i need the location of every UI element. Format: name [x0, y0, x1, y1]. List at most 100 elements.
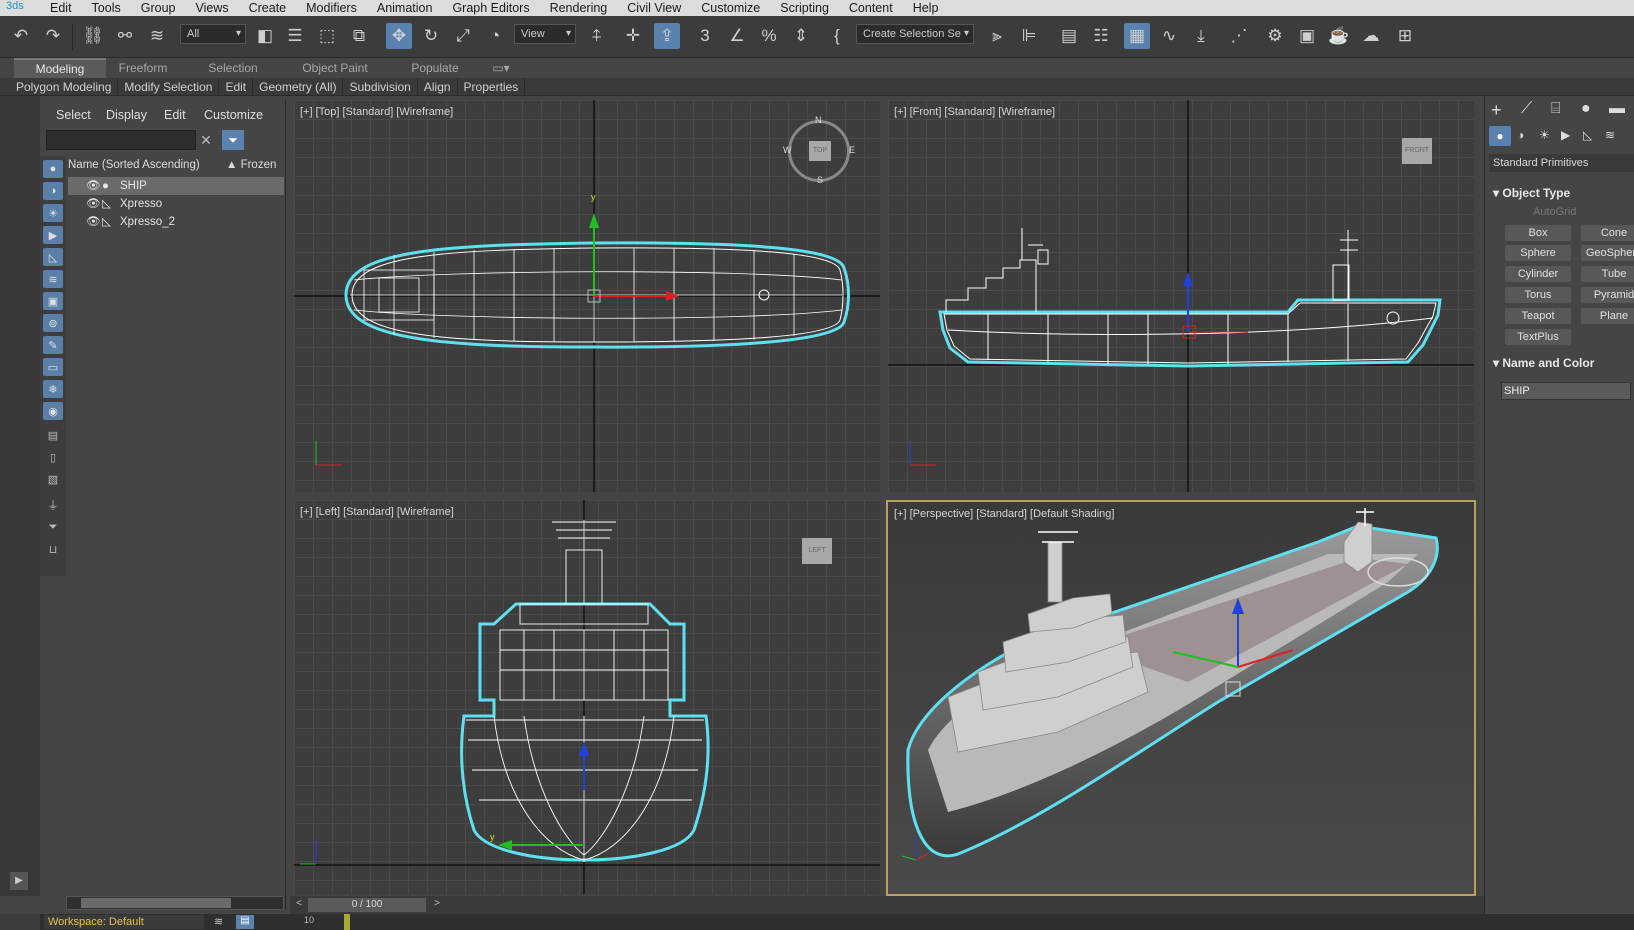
create-tab-icon[interactable]: + — [1491, 100, 1502, 121]
object-type-rollout[interactable]: ▾ Object Type — [1493, 186, 1570, 200]
keyboard-shortcut-override-icon[interactable]: ⇪ — [654, 23, 680, 49]
plane-button[interactable]: Plane — [1581, 308, 1634, 324]
redo-icon[interactable]: ↷ — [40, 23, 66, 49]
tube-button[interactable]: Tube — [1581, 266, 1634, 282]
clear-search-icon[interactable]: ✕ — [198, 132, 214, 148]
curve-editor-icon[interactable]: ∿ — [1156, 23, 1182, 49]
display-lights-icon[interactable]: ☀ — [43, 204, 63, 222]
menu-tools[interactable]: Tools — [82, 0, 131, 16]
frame-counter[interactable]: 0 / 100 — [308, 898, 426, 912]
viewport-perspective[interactable]: [+] [Perspective] [Standard] [Default Sh… — [886, 500, 1476, 896]
link-icon[interactable]: ⛓ — [80, 23, 106, 49]
move-icon[interactable]: ✥ — [386, 23, 412, 49]
layers-icon[interactable]: ≋ — [214, 915, 230, 929]
scene-explorer-toggle-icon[interactable]: ▤ — [236, 915, 254, 929]
app-logo[interactable]: 3ds — [0, 0, 40, 16]
shapes-category-icon[interactable]: ◑ — [1517, 128, 1524, 142]
rectangular-selection-icon[interactable]: ⬚ — [314, 23, 340, 49]
spinner-snap-icon[interactable]: ⇕ — [788, 23, 814, 49]
snaps-toggle-icon[interactable]: 3 — [692, 23, 718, 49]
motion-tab-icon[interactable]: ● — [1581, 100, 1591, 118]
display-space-warps-icon[interactable]: ≋ — [43, 270, 63, 288]
lights-category-icon[interactable]: ☀ — [1539, 128, 1550, 142]
display-containers-icon[interactable]: ▭ — [43, 358, 63, 376]
hierarchy-tab-icon[interactable]: ⌸ — [1551, 100, 1561, 118]
cameras-category-icon[interactable]: ▶ — [1561, 128, 1570, 142]
schematic-view-icon[interactable]: ⤓ — [1188, 23, 1214, 49]
render-in-cloud-icon[interactable]: ☁ — [1358, 23, 1384, 49]
render-production-icon[interactable]: ☕ — [1326, 23, 1352, 49]
menu-group[interactable]: Group — [131, 0, 186, 16]
filter-funnel-icon[interactable]: ⏚ — [43, 496, 63, 514]
tab-modeling[interactable]: Modeling — [14, 58, 106, 78]
named-selection-sets-dropdown[interactable]: Create Selection Se — [856, 24, 974, 44]
reference-coordinate-dropdown[interactable]: View — [514, 24, 576, 44]
display-cameras-icon[interactable]: ▶ — [43, 226, 63, 244]
select-by-name-icon[interactable]: ☰ — [282, 23, 308, 49]
modify-tab-icon[interactable]: ⟋ — [1521, 100, 1532, 118]
name-color-rollout[interactable]: ▾ Name and Color — [1493, 356, 1594, 370]
ribbon-options-icon[interactable]: ▭▾ — [488, 58, 514, 78]
undo-icon[interactable]: ↶ — [8, 23, 34, 49]
filter-icon[interactable]: ⏷ — [222, 130, 244, 150]
display-none-icon[interactable]: ▯ — [43, 448, 63, 466]
toggle-ribbon-icon[interactable]: ▦ — [1124, 23, 1150, 49]
sphere-button[interactable]: Sphere — [1505, 245, 1571, 261]
select-object-icon[interactable]: ◧ — [252, 23, 278, 49]
menu-create[interactable]: Create — [239, 0, 297, 16]
display-shapes-icon[interactable]: ◑ — [43, 182, 63, 200]
viewport-left[interactable]: y LEFT [+] [Left] [Standard] [Wireframe] — [294, 500, 880, 894]
visibility-eye-icon[interactable]: 👁︎ — [86, 213, 101, 231]
display-visibility-icon[interactable]: ◉ — [43, 402, 63, 420]
scale-icon[interactable]: ⤢ — [450, 23, 476, 49]
menu-modifiers[interactable]: Modifiers — [296, 0, 367, 16]
panel-subdivision[interactable]: Subdivision — [343, 78, 418, 95]
rotate-icon[interactable]: ↻ — [418, 23, 444, 49]
menu-edit[interactable]: Edit — [40, 0, 82, 16]
material-editor-icon[interactable]: ⋰ — [1226, 23, 1252, 49]
display-particles-icon[interactable]: ❄ — [43, 380, 63, 398]
spacewarps-category-icon[interactable]: ≋ — [1605, 128, 1615, 142]
scroll-thumb[interactable] — [81, 898, 231, 908]
time-slider[interactable]: < 0 / 100 > — [290, 896, 1484, 914]
menu-scripting[interactable]: Scripting — [770, 0, 839, 16]
rendered-frame-window-icon[interactable]: ▣ — [1294, 23, 1320, 49]
next-frame-button[interactable]: > — [430, 898, 444, 912]
viewcube-face[interactable]: FRONT — [1402, 138, 1432, 164]
teapot-button[interactable]: Teapot — [1505, 308, 1571, 324]
display-helpers-icon[interactable]: ◺ — [43, 248, 63, 266]
viewport-layout-icon[interactable] — [0, 914, 40, 930]
select-manipulate-icon[interactable]: ✛ — [620, 23, 646, 49]
filter-toggle-icon[interactable]: ⏷ — [43, 518, 63, 536]
autogrid-checkbox[interactable]: AutoGrid — [1533, 206, 1576, 218]
selection-filter-dropdown[interactable]: All — [180, 24, 246, 44]
menu-customize[interactable]: Customize — [691, 0, 770, 16]
panel-edit[interactable]: Edit — [219, 78, 254, 95]
menu-animation[interactable]: Animation — [367, 0, 443, 16]
display-xrefs-icon[interactable]: ⊚ — [43, 314, 63, 332]
torus-button[interactable]: Torus — [1505, 287, 1571, 303]
workspace-dropdown[interactable]: Workspace: Default — [44, 915, 204, 929]
menu-rendering[interactable]: Rendering — [540, 0, 618, 16]
panel-properties[interactable]: Properties — [458, 78, 526, 95]
a360-gallery-icon[interactable]: ⊞ — [1392, 23, 1418, 49]
explorer-search-input[interactable] — [46, 130, 196, 150]
geometry-category-icon[interactable]: ● — [1489, 126, 1511, 146]
explorer-menu-edit[interactable]: Edit — [164, 108, 186, 122]
menu-civil-view[interactable]: Civil View — [617, 0, 691, 16]
viewport-label-left[interactable]: [+] [Left] [Standard] [Wireframe] — [300, 506, 454, 518]
pivot-center-icon[interactable]: ⍏ — [584, 23, 610, 49]
placement-icon[interactable]: ◔ — [482, 23, 508, 49]
toggle-scene-explorer-icon[interactable]: ▤ — [1056, 23, 1082, 49]
display-invert-icon[interactable]: ▧ — [43, 470, 63, 488]
layer-explorer-icon[interactable]: ☷ — [1088, 23, 1114, 49]
tab-populate[interactable]: Populate — [396, 58, 474, 78]
visibility-eye-icon[interactable]: 👁︎ — [86, 195, 101, 213]
display-tab-icon[interactable]: ▬ — [1609, 100, 1625, 118]
textplus-button[interactable]: TextPlus — [1505, 329, 1571, 345]
column-name-header[interactable]: Name (Sorted Ascending) — [68, 159, 200, 171]
cone-button[interactable]: Cone — [1581, 225, 1634, 241]
display-groups-icon[interactable]: ▣ — [43, 292, 63, 310]
menu-content[interactable]: Content — [839, 0, 903, 16]
viewcube-face[interactable]: TOP — [809, 141, 831, 161]
